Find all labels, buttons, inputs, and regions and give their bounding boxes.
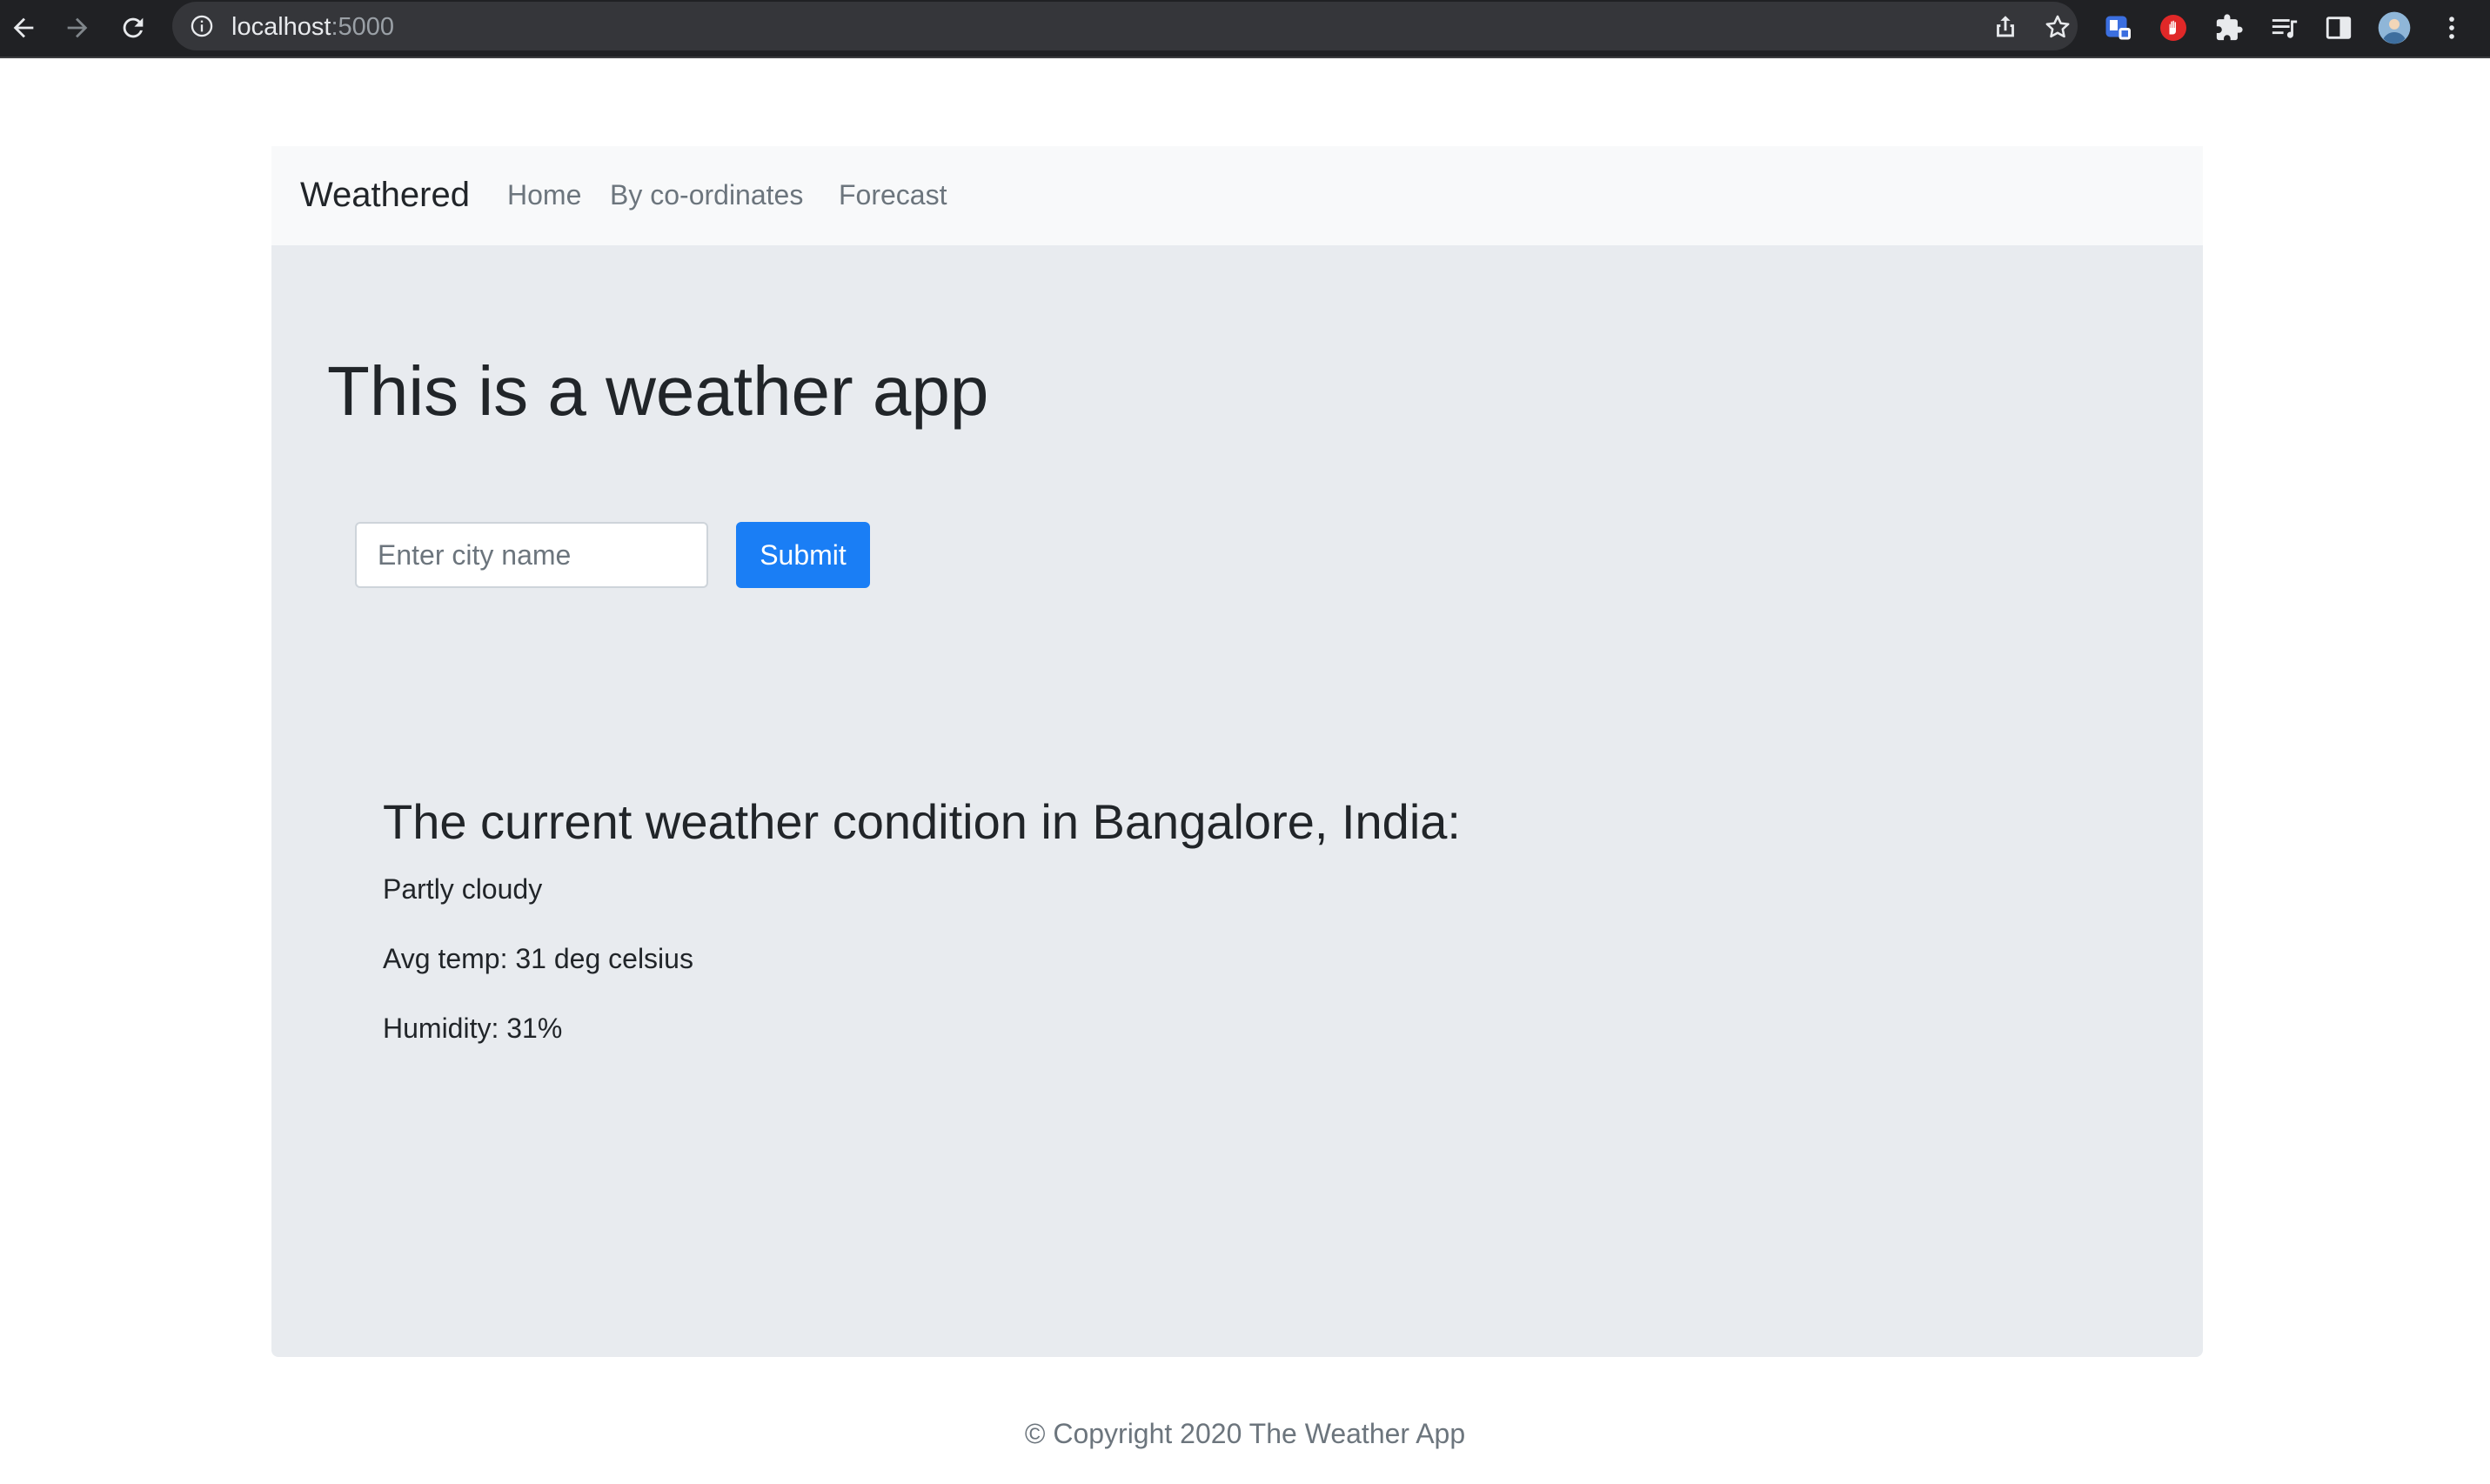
extension-shield-icon[interactable] <box>2100 10 2135 45</box>
side-panel-icon[interactable] <box>2321 10 2356 45</box>
nav-link-home[interactable]: Home <box>507 177 581 212</box>
extensions-puzzle-icon[interactable] <box>2212 10 2246 45</box>
submit-button[interactable]: Submit <box>736 522 870 588</box>
url-host: localhost <box>231 13 331 41</box>
share-icon[interactable] <box>1991 12 2020 42</box>
more-menu-icon[interactable] <box>2434 10 2469 45</box>
page-title: This is a weather app <box>327 352 989 430</box>
city-search-input[interactable] <box>355 522 708 588</box>
navbar: Weathered Home By co-ordinates Forecast <box>271 146 2203 245</box>
jumbotron: This is a weather app Submit The current… <box>271 245 2203 1357</box>
media-queue-icon[interactable] <box>2267 10 2302 45</box>
nav-link-by-coordinates[interactable]: By co-ordinates <box>610 177 803 212</box>
forward-arrow-icon[interactable] <box>59 10 96 46</box>
weather-condition-text: Partly cloudy <box>383 873 543 905</box>
url-text: localhost:5000 <box>231 12 394 42</box>
reload-icon[interactable] <box>115 10 151 46</box>
info-icon[interactable] <box>190 14 214 38</box>
url-port: :5000 <box>331 13 395 41</box>
humidity-text: Humidity: 31% <box>383 1013 563 1044</box>
bookmark-star-icon[interactable] <box>2043 12 2072 42</box>
back-arrow-icon[interactable] <box>5 10 42 46</box>
weather-condition-heading: The current weather condition in Bangalo… <box>383 794 1461 849</box>
nav-link-forecast[interactable]: Forecast <box>839 177 947 212</box>
browser-toolbar: localhost:5000 <box>0 0 2490 58</box>
address-bar[interactable]: localhost:5000 <box>172 2 2078 50</box>
profile-avatar[interactable] <box>2377 10 2412 45</box>
avg-temp-text: Avg temp: 31 deg celsius <box>383 943 693 974</box>
navbar-brand[interactable]: Weathered <box>300 175 470 215</box>
footer-copyright: © Copyright 2020 The Weather App <box>1024 1418 1466 1449</box>
extension-stop-icon[interactable] <box>2156 10 2191 45</box>
